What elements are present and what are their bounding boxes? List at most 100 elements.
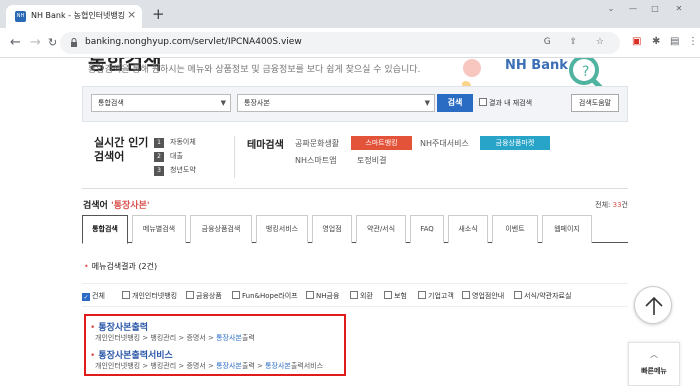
sidebar-icon[interactable]: ▤	[670, 36, 679, 47]
breadcrumb-keyword: 통장사본	[216, 334, 242, 342]
browser-toolbar: ← → ↻ banking.nonghyup.com/servlet/IPCNA…	[0, 28, 700, 58]
search-button[interactable]: 검색	[437, 94, 473, 112]
url-text: banking.nonghyup.com/servlet/IPCNA400S.v…	[85, 37, 302, 47]
rank-badge: 3	[154, 166, 164, 176]
breadcrumb-keyword: 통장사본	[216, 362, 242, 370]
search-help-button[interactable]: 검색도움말	[571, 94, 619, 112]
total-count: 33	[612, 201, 622, 209]
menu-result-list: • 통장사본출력 개인인터넷뱅킹 > 뱅킹관리 > 증명서 > 통장사본출력 • 통…	[84, 314, 346, 376]
quick-menu-button[interactable]: ︿ 빠른메뉴	[628, 342, 680, 386]
filter-branch-guide[interactable]: 영업점안내	[462, 291, 504, 301]
search-within-results[interactable]: 결과 내 재검색	[479, 98, 532, 108]
search-within-label: 결과 내 재검색	[489, 99, 533, 107]
tab-banking-service[interactable]: 뱅킹서비스	[256, 215, 308, 243]
kebab-menu-icon[interactable]: ⋮	[688, 36, 698, 47]
tab-news[interactable]: 새소식	[448, 215, 488, 243]
page-description: 통합검색을 통해 원하시는 메뉴와 상품정보 및 금융정보를 보다 쉽게 찾으실…	[88, 65, 421, 75]
forward-icon[interactable]: →	[30, 35, 41, 50]
tab-search-icon[interactable]: ⌄	[604, 4, 618, 14]
checkbox-icon[interactable]	[186, 291, 194, 299]
filter-label: 외환	[360, 292, 373, 300]
theme-link-culture[interactable]: 공짜문화생활	[295, 138, 339, 149]
menu-result-heading: • 메뉴검색결과 (2건)	[84, 261, 157, 272]
tab-branch[interactable]: 영업점	[312, 215, 352, 243]
chevron-down-icon: ▼	[220, 99, 226, 107]
result-title-keyword: 통장사본	[98, 351, 132, 361]
filter-forms-terms[interactable]: 서식/약관자료실	[514, 291, 571, 301]
theme-search-title: 테마검색	[247, 140, 284, 151]
tab-webpage[interactable]: 웹페이지	[542, 215, 592, 243]
tab-title: NH Bank - 농협인터넷뱅킹	[31, 11, 126, 20]
rank-badge: 1	[154, 138, 164, 148]
result-tabs: 통합검색 메뉴별검색 금융상품검색 뱅킹서비스 영업점 약관/서식 FAQ 새소…	[82, 213, 628, 244]
filter-label: 보험	[394, 292, 407, 300]
tab-integrated[interactable]: 통합검색	[82, 215, 128, 244]
close-window-icon[interactable]: ✕	[672, 4, 686, 14]
theme-link-nh-smart-app[interactable]: NH스마트앱	[295, 155, 336, 166]
filter-forex[interactable]: 외환	[350, 291, 373, 301]
filter-label: 개인인터넷뱅킹	[132, 292, 178, 300]
result-link-passbook-copy-service[interactable]: • 통장사본출력서비스	[90, 348, 173, 361]
tab-faq[interactable]: FAQ	[410, 215, 444, 243]
checkbox-icon[interactable]	[384, 291, 392, 299]
result-breadcrumb: 개인인터넷뱅킹 > 뱅킹관리 > 증명서 > 통장사본출력 > 통장사본출력서비…	[95, 361, 323, 371]
category-filter-bar: ✓ 건체 개인인터넷뱅킹 금융상품 Fun&Hope라이프 NH금융 외환 보험 …	[82, 283, 628, 307]
browser-tabstrip: NH NH Bank - 농협인터넷뱅킹 × + ⌄ — □ ✕	[0, 0, 700, 28]
checkbox-checked-icon[interactable]: ✓	[82, 293, 90, 301]
tab-menu[interactable]: 메뉴별검색	[132, 215, 186, 243]
tab-products[interactable]: 금융상품검색	[190, 215, 252, 243]
theme-link-product-market[interactable]: 금융상품마켓	[480, 136, 550, 150]
back-icon[interactable]: ←	[10, 35, 21, 50]
result-title-rest: 출력서비스	[131, 351, 173, 361]
browser-tab[interactable]: NH NH Bank - 농협인터넷뱅킹 ×	[6, 5, 142, 28]
breadcrumb-prefix: 개인인터넷뱅킹 > 뱅킹관리 > 증명서 >	[95, 334, 217, 342]
bullet-icon: •	[90, 351, 96, 361]
popular-keyword-label: 자동이체	[170, 138, 196, 146]
filter-label: NH금융	[316, 292, 340, 300]
filter-personal-banking[interactable]: 개인인터넷뱅킹	[122, 291, 177, 301]
checkbox-icon[interactable]	[462, 291, 470, 299]
popular-keyword-2[interactable]: 2 대출	[154, 151, 183, 162]
new-tab-button[interactable]: +	[152, 5, 165, 23]
scroll-top-button[interactable]	[634, 286, 672, 324]
filter-fun-hope[interactable]: Fun&Hope라이프	[232, 291, 298, 301]
tab-close-icon[interactable]: ×	[127, 8, 136, 21]
theme-link-smart-banking[interactable]: 스마트뱅킹	[351, 136, 412, 150]
extension-icon[interactable]: ▣	[632, 36, 641, 47]
filter-label: 서식/약관자료실	[524, 292, 572, 300]
maximize-icon[interactable]: □	[648, 4, 662, 14]
checkbox-icon[interactable]	[479, 98, 487, 106]
breadcrumb-rest: 출력서비스	[290, 362, 324, 370]
checkbox-icon[interactable]	[514, 291, 522, 299]
reload-icon[interactable]: ↻	[48, 36, 57, 49]
menu-result-count: (2건)	[138, 262, 158, 271]
search-keyword-input[interactable]: 통장사본 ▼	[237, 94, 435, 112]
checkbox-icon[interactable]	[350, 291, 358, 299]
filter-corporate[interactable]: 기업고객	[418, 291, 454, 301]
bullet-icon: •	[90, 323, 96, 333]
theme-link-fortune[interactable]: 토정비결	[357, 155, 386, 166]
rank-badge: 2	[154, 152, 164, 162]
checkbox-icon[interactable]	[306, 291, 314, 299]
filter-products[interactable]: 금융상품	[186, 291, 222, 301]
checkbox-icon[interactable]	[122, 291, 130, 299]
popular-keyword-3[interactable]: 3 청년도약	[154, 165, 196, 176]
omnibox-action-icons[interactable]: G ⇪ ☆	[544, 37, 612, 47]
filter-insurance[interactable]: 보험	[384, 291, 407, 301]
filter-all[interactable]: ✓ 건체	[82, 291, 105, 301]
filter-label: Fun&Hope라이프	[242, 292, 298, 300]
tab-events[interactable]: 이벤트	[492, 215, 538, 243]
checkbox-icon[interactable]	[232, 291, 240, 299]
chevron-up-icon: ︿	[650, 350, 658, 359]
puzzle-icon[interactable]: ✱	[652, 36, 660, 47]
address-bar[interactable]: banking.nonghyup.com/servlet/IPCNA400S.v…	[60, 32, 620, 54]
nh-favicon-icon: NH	[15, 11, 26, 22]
checkbox-icon[interactable]	[418, 291, 426, 299]
theme-link-nh-service[interactable]: NH주대서비스	[420, 138, 469, 149]
popular-keyword-1[interactable]: 1 자동이체	[154, 137, 196, 148]
filter-nh-finance[interactable]: NH금융	[306, 291, 339, 301]
search-scope-select[interactable]: 통합검색 ▼	[91, 94, 231, 112]
minimize-icon[interactable]: —	[626, 4, 640, 14]
result-link-passbook-copy[interactable]: • 통장사본출력	[90, 320, 148, 333]
tab-terms-forms[interactable]: 약관/서식	[356, 215, 406, 243]
